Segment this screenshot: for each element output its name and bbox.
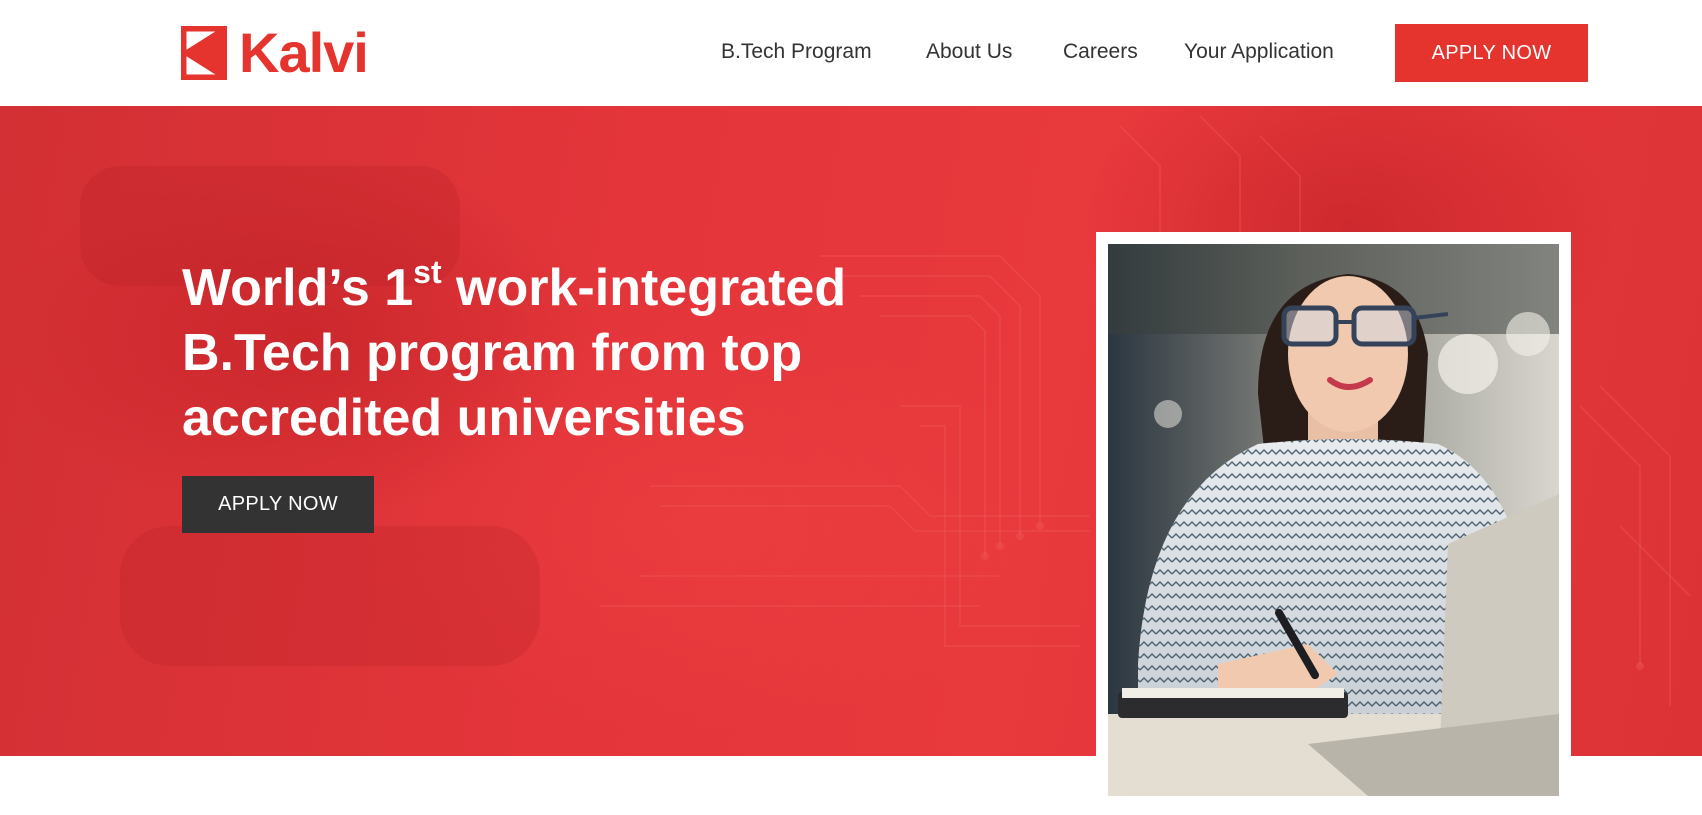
nav-item-your-application[interactable]: Your Application xyxy=(1184,40,1334,64)
student-at-laptop-photo xyxy=(1108,244,1559,796)
hero-apply-now-button[interactable]: APPLY NOW xyxy=(182,476,374,533)
hero-headline: World’s 1st work-integrated B.Tech progr… xyxy=(182,256,942,451)
nav-item-about-us[interactable]: About Us xyxy=(926,40,1012,64)
hero-photo-frame xyxy=(1096,232,1571,808)
nav-item-btech-program[interactable]: B.Tech Program xyxy=(721,40,872,64)
header-apply-now-button[interactable]: APPLY NOW xyxy=(1395,24,1588,82)
headline-part-1: World’s 1 xyxy=(182,259,414,317)
headline-ordinal-suffix: st xyxy=(413,253,442,290)
site-header: Kalvi B.Tech Program About Us Careers Yo… xyxy=(0,0,1702,106)
nav-item-careers[interactable]: Careers xyxy=(1063,40,1138,64)
